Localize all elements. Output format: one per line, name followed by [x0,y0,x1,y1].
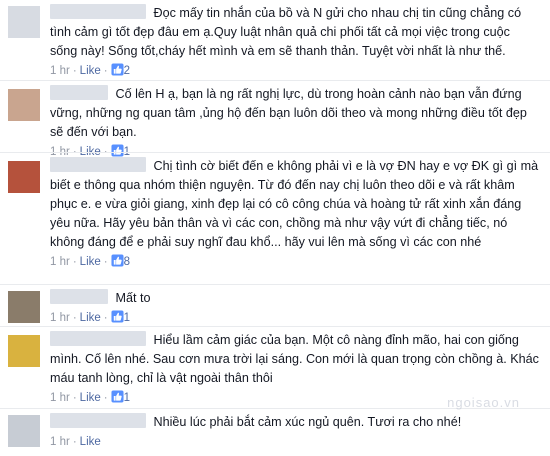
comment-author[interactable] [50,413,146,428]
comment-text: Cố lên H ạ, bạn là ng rất nghị lực, dù t… [50,87,527,139]
avatar[interactable] [8,161,40,193]
comment: Chị tình cờ biết đến e không phải vì e l… [0,152,550,284]
like-icon [111,390,124,403]
comment-author[interactable] [50,289,108,304]
like-count[interactable]: 8 [124,256,130,268]
comment: Cố lên H ạ, bạn là ng rất nghị lực, dù t… [0,80,550,158]
comment-author[interactable] [50,331,146,346]
comment-time[interactable]: 1 hr [50,65,70,77]
like-button[interactable]: Like [80,256,101,268]
comment-text: Chị tình cờ biết đến e không phải vì e l… [50,159,539,249]
like-count[interactable]: 2 [124,65,130,77]
comment-author[interactable] [50,4,146,19]
comment-author[interactable] [50,85,108,100]
avatar[interactable] [8,415,40,447]
avatar[interactable] [8,291,40,323]
comment-meta: 1 hr · Like · 8 [50,254,131,268]
like-button[interactable]: Like [80,392,101,404]
avatar[interactable] [8,89,40,121]
comment-time[interactable]: 1 hr [50,256,70,268]
comment-feed: Đọc mấy tin nhắn của bồ và N gửi cho nha… [0,0,550,456]
comment-meta: 1 hr · Like · 2 [50,63,131,77]
like-icon [111,63,124,76]
comment: Mất to 1 hr · Like · 1 [0,284,550,326]
like-icon [111,310,124,323]
like-button[interactable]: Like [80,436,101,448]
like-icon [111,254,124,267]
comment-time[interactable]: 1 hr [50,436,70,448]
comment-meta: 1 hr · Like [50,436,101,448]
like-count[interactable]: 1 [124,392,130,404]
comment-time[interactable]: 1 hr [50,392,70,404]
like-button[interactable]: Like [80,65,101,77]
comment-author[interactable] [50,157,146,172]
like-button[interactable]: Like [80,312,101,324]
comment-meta: 1 hr · Like · 1 [50,310,131,324]
comment-time[interactable]: 1 hr [50,312,70,324]
avatar[interactable] [8,6,40,38]
comment: Nhiều lúc phải bắt cảm xúc ngủ quên. Tươ… [0,408,550,456]
avatar[interactable] [8,335,40,367]
watermark: ngoisao.vn [447,395,520,410]
comment-text: Nhiều lúc phải bắt cảm xúc ngủ quên. Tươ… [153,415,462,429]
like-count[interactable]: 1 [124,312,130,324]
comment-text: Mất to [115,291,151,305]
comment: Đọc mấy tin nhắn của bồ và N gửi cho nha… [0,0,550,80]
